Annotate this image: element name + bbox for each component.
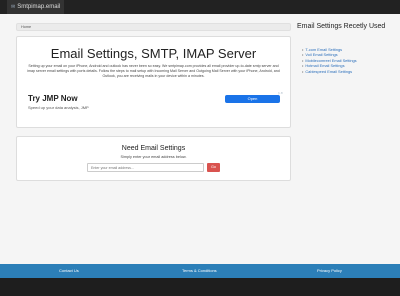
footer-link-terms[interactable]: Terms & Conditions [182,264,217,278]
footer: Contact Us Terms & Conditions Privacy Po… [0,264,400,278]
sidebar-list: T-com Email Settings Voil Email Settings… [302,47,357,74]
bottom-bar [0,278,400,296]
breadcrumb: Home [16,23,291,31]
envelope-icon: ✉ [11,4,16,10]
search-panel-subtitle: Simply enter your email address below. [120,155,187,159]
footer-link-contact[interactable]: Contact Us [59,264,79,278]
breadcrumb-home[interactable]: Home [21,24,31,31]
main-content: Home Email Settings, SMTP, IMAP Server S… [0,14,400,264]
sidebar: Email Settings Recetly Used T-com Email … [297,23,395,93]
sidebar-title: Email Settings Recetly Used [297,23,386,30]
brand-link[interactable]: ✉ Smtpimap.email [7,0,65,14]
brand-label: Smtpimap.email [17,4,61,10]
advertisement[interactable]: ▷✕ Try JMP Now Speed up your data analys… [23,90,285,119]
go-button[interactable]: Go [207,163,220,172]
ad-subtitle: Speed up your data analysis, JMP [28,105,89,110]
search-panel-title: Need Email Settings [121,145,186,152]
page-title: Email Settings, SMTP, IMAP Server [50,46,257,61]
top-navbar: ✉ Smtpimap.email [0,0,400,14]
hero-panel: Email Settings, SMTP, IMAP Server Settin… [16,36,291,128]
page-description: Setting up your email on your iPhone, An… [27,64,280,78]
footer-link-privacy[interactable]: Privacy Policy [317,264,342,278]
ad-open-button[interactable]: Open [225,95,280,103]
email-search-panel: Need Email Settings Simply enter your em… [16,136,291,181]
email-input[interactable] [87,163,204,172]
sidebar-item[interactable]: Cablespeed Email Settings [302,69,357,74]
ad-title[interactable]: Try JMP Now [28,94,78,104]
